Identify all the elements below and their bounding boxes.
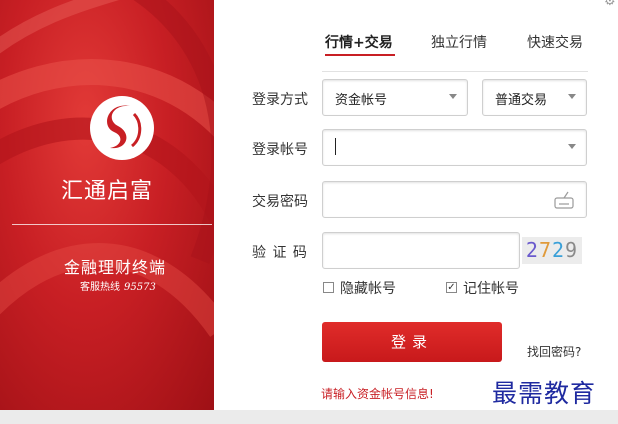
captcha-digit: 7 — [538, 238, 552, 262]
hide-account-label[interactable]: 隐藏帐号 — [340, 278, 396, 298]
hotline-label: 客服热线 — [80, 282, 120, 293]
brand-name: 汇通启富 — [60, 179, 153, 204]
login-button[interactable]: 登录 — [322, 322, 502, 362]
captcha-image[interactable]: 2729 — [522, 237, 582, 264]
account-label: 登录帐号 — [252, 142, 308, 158]
captcha-digit: 2 — [552, 238, 566, 262]
chevron-down-icon — [449, 94, 457, 99]
tab-separator — [322, 71, 588, 72]
tab-quote-only[interactable]: 独立行情 — [431, 32, 487, 52]
tab-quote-trade[interactable]: 行情+交易 — [325, 32, 393, 52]
active-tab-indicator — [325, 54, 395, 56]
account-input[interactable] — [322, 129, 587, 166]
forgot-password-link[interactable]: 找回密码? — [527, 343, 581, 360]
brand-subtitle: 金融理财终端 — [64, 258, 167, 277]
password-input[interactable] — [322, 181, 587, 218]
password-label: 交易密码 — [252, 194, 308, 210]
divider — [12, 224, 212, 225]
hide-account-checkbox[interactable] — [323, 282, 334, 293]
captcha-digit: 9 — [565, 238, 579, 262]
login-method-value: 资金帐号 — [335, 93, 388, 108]
tab-fast-trade[interactable]: 快速交易 — [527, 32, 583, 52]
gear-icon[interactable]: ⚙ — [604, 0, 616, 9]
hotline-number: 95573 — [124, 282, 156, 293]
keyboard-icon[interactable] — [554, 190, 574, 210]
decorative-swirl — [0, 0, 214, 337]
logo-icon — [90, 96, 154, 160]
captcha-digit: 2 — [525, 238, 539, 262]
error-message: 请输入资金帐号信息! — [321, 387, 434, 401]
watermark-text: 最需教育 — [492, 379, 597, 408]
captcha-label: 验 证 码 — [252, 245, 308, 261]
chevron-down-icon — [568, 94, 576, 99]
login-method-label: 登录方式 — [252, 92, 308, 108]
text-cursor — [335, 138, 336, 155]
bottom-strip — [0, 410, 618, 424]
captcha-input[interactable] — [322, 232, 520, 269]
remember-account-label[interactable]: 记住帐号 — [463, 278, 519, 298]
trade-mode-select[interactable]: 普通交易 — [482, 79, 587, 116]
chevron-down-icon[interactable] — [568, 144, 576, 149]
trade-mode-value: 普通交易 — [495, 93, 548, 108]
brand-panel: 汇通启富 金融理财终端 客服热线 95573 — [0, 0, 214, 410]
login-method-select[interactable]: 资金帐号 — [322, 79, 468, 116]
hotline: 客服热线 95573 — [80, 278, 156, 293]
remember-account-checkbox[interactable]: ✓ — [446, 282, 457, 293]
